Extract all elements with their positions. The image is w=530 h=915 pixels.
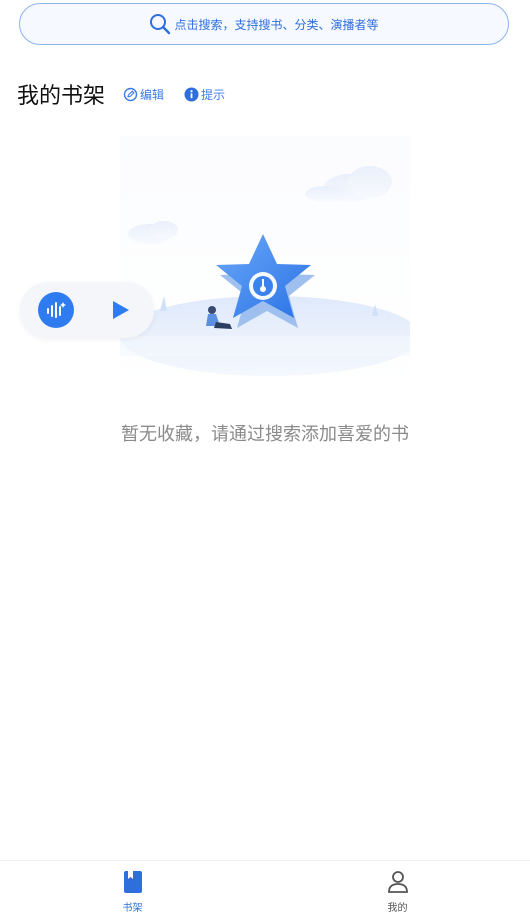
info-icon <box>184 87 199 102</box>
tip-button[interactable]: 提示 <box>184 86 225 103</box>
search-placeholder: 点击搜索，支持搜书、分类、演播者等 <box>174 17 379 32</box>
search-icon <box>149 13 171 35</box>
edit-button[interactable]: 编辑 <box>123 86 164 103</box>
tip-label: 提示 <box>201 87 226 102</box>
bookshelf-icon <box>122 870 144 894</box>
empty-illustration <box>120 136 420 401</box>
mini-player <box>20 282 154 338</box>
nav-item-mine[interactable]: 我的 <box>265 861 530 915</box>
nav-label-bookshelf: 书架 <box>122 903 143 914</box>
bookshelf-page: 点击搜索，支持搜书、分类、演播者等 我的书架 编辑 提示 暂无收藏，请通过搜索添… <box>0 0 530 915</box>
sound-wave-icon <box>45 300 67 320</box>
bottom-navigation: 书架 我的 <box>0 860 530 915</box>
shelf-header: 我的书架 编辑 提示 <box>17 78 225 110</box>
voice-wave-button[interactable] <box>38 292 74 328</box>
page-title: 我的书架 <box>17 84 106 109</box>
edit-icon <box>123 87 138 102</box>
search-bar[interactable]: 点击搜索，支持搜书、分类、演播者等 <box>19 3 509 45</box>
nav-item-bookshelf[interactable]: 书架 <box>0 861 265 915</box>
nav-label-mine: 我的 <box>387 903 408 914</box>
person-icon <box>387 870 409 894</box>
play-button[interactable] <box>108 298 132 322</box>
empty-message: 暂无收藏，请通过搜索添加喜爱的书 <box>121 424 409 445</box>
edit-label: 编辑 <box>140 87 165 102</box>
play-icon <box>108 298 132 322</box>
